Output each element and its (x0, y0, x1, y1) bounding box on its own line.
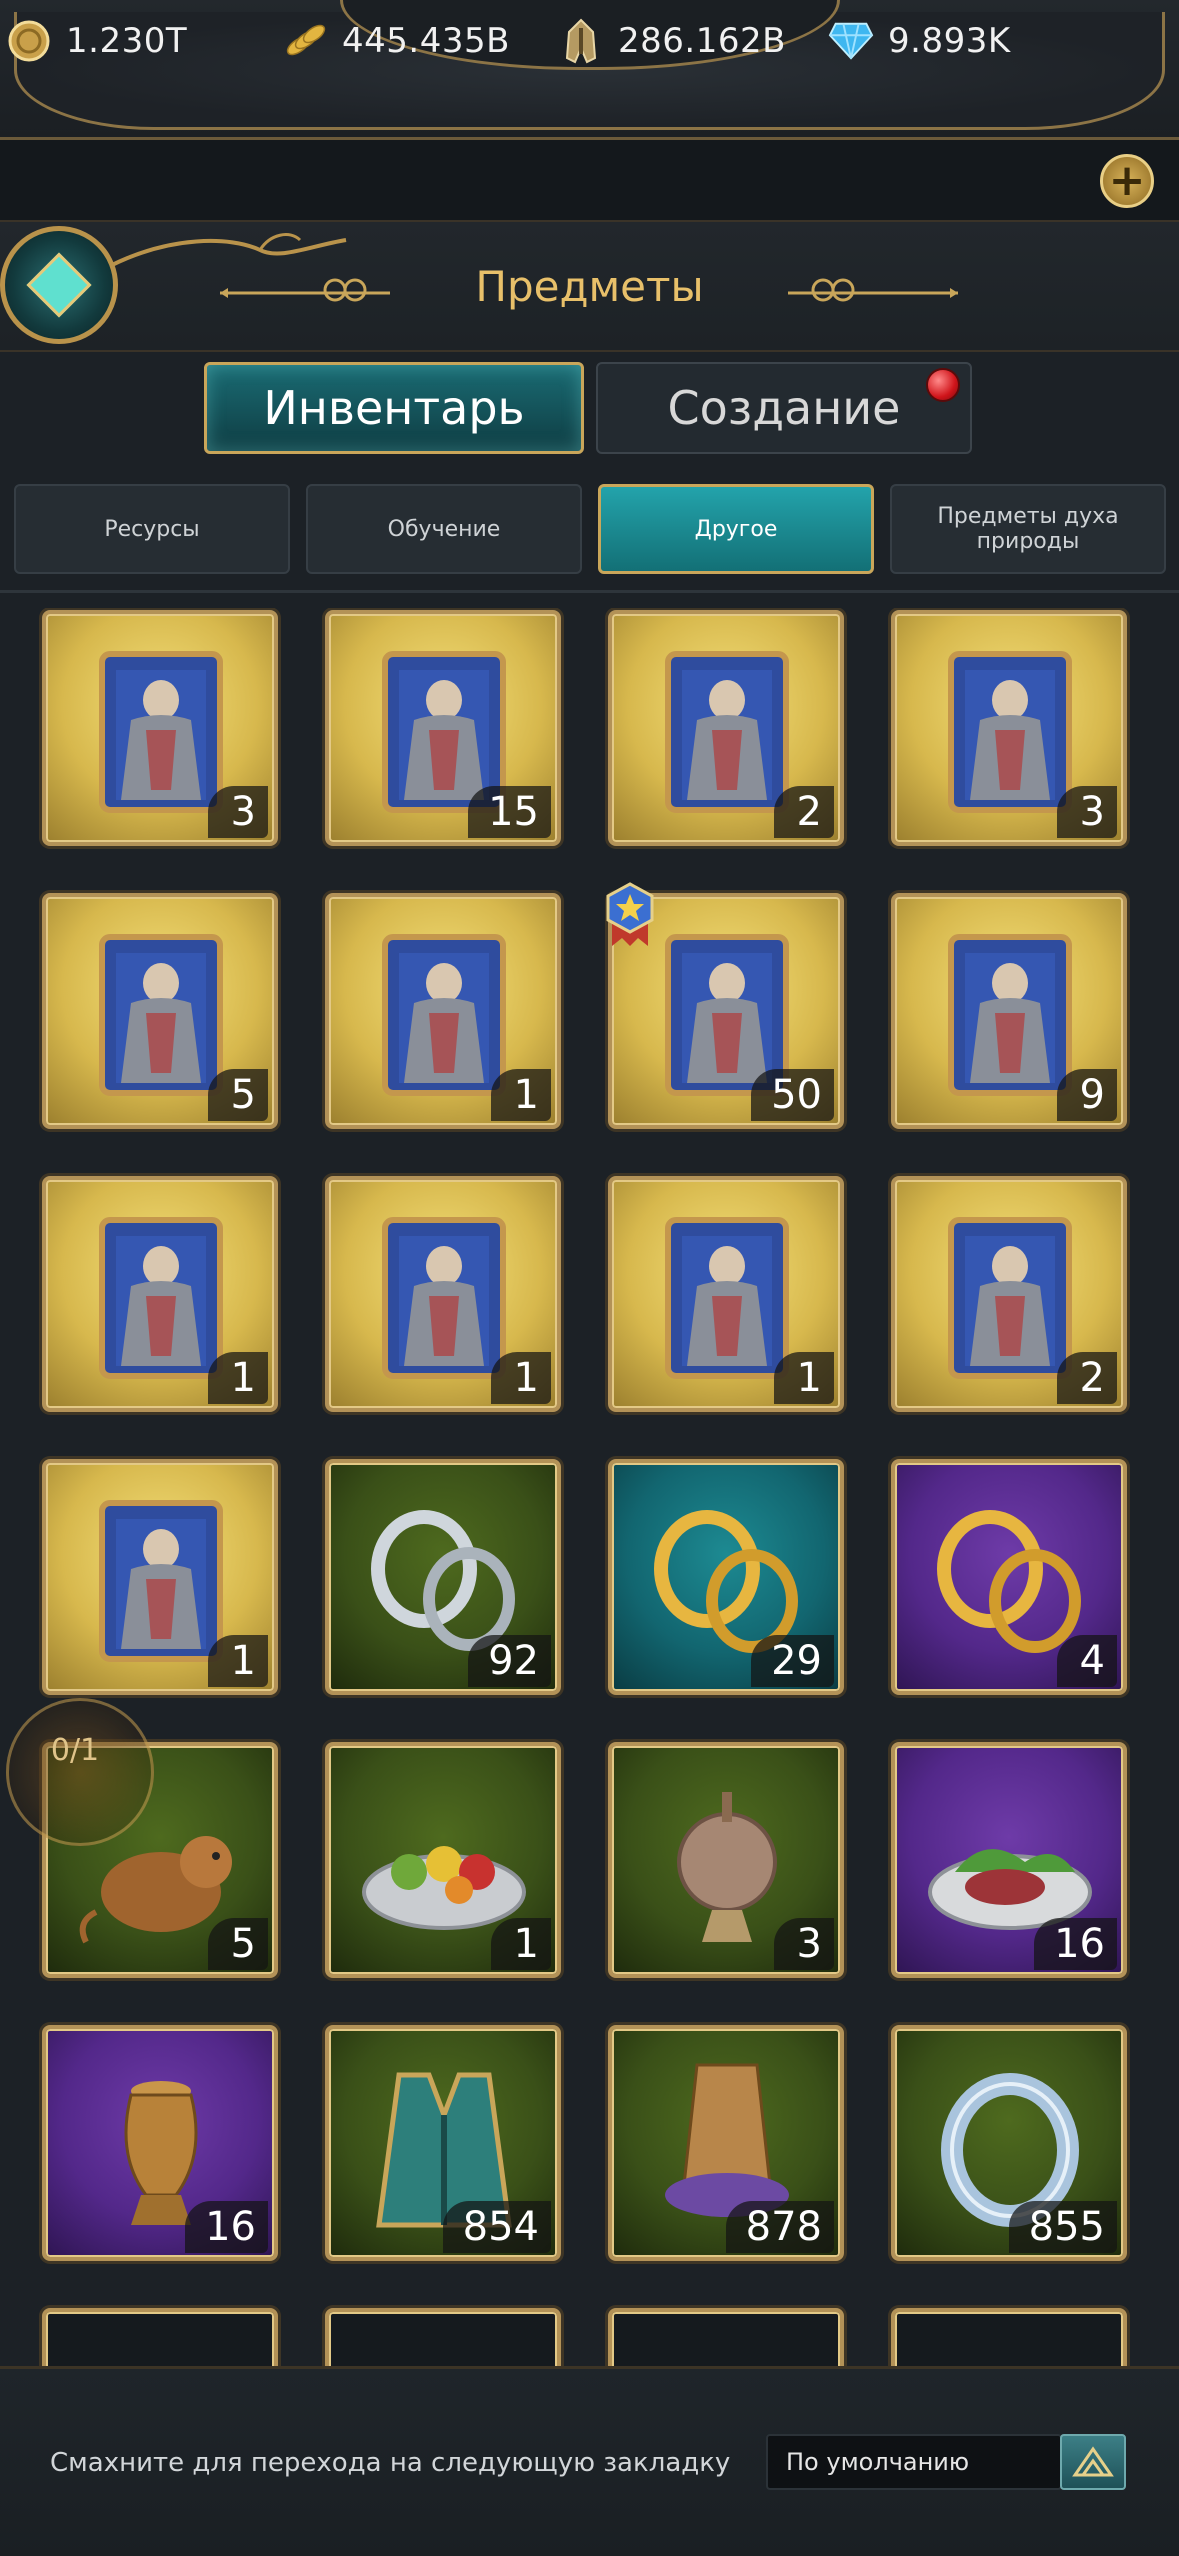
inventory-item[interactable]: 16 (891, 1742, 1127, 1978)
item-count: 878 (725, 2201, 834, 2253)
inventory-item[interactable]: 1 (325, 1176, 561, 1412)
inventory-item[interactable]: 1 (608, 1176, 844, 1412)
item-count: 1 (491, 1069, 551, 1121)
inventory-item[interactable]: 878 (608, 2025, 844, 2261)
item-count: 2 (774, 786, 834, 838)
plus-icon: + (1108, 155, 1146, 206)
item-count: 3 (774, 1918, 834, 1970)
inventory-item[interactable]: 3 (608, 1742, 844, 1978)
subtab-nature-spirit-items[interactable]: Предметы духа природы (890, 484, 1166, 574)
title-ornament-right-icon (788, 278, 958, 302)
diamond-icon (828, 18, 874, 64)
inventory-item[interactable]: 16 (42, 2025, 278, 2261)
floating-counter-text: 0/1 (50, 1732, 100, 1768)
swipe-hint: Смахните для перехода на следующую закла… (50, 2448, 731, 2478)
item-count: 4 (1057, 1635, 1117, 1687)
item-count: 29 (751, 1635, 834, 1687)
page-title: Предметы (475, 262, 704, 311)
wheat-icon (282, 18, 328, 64)
subtab-other[interactable]: Другое (598, 484, 874, 574)
inventory-item[interactable] (325, 2308, 561, 2368)
inventory-item[interactable] (608, 2308, 844, 2368)
inventory-item[interactable]: 854 (325, 2025, 561, 2261)
item-grid: 3 15 2 3 5 1 50 9 1 1 1 2 1 92 29 4 5 1 3 16 16 854 878 855 (0, 608, 1179, 2368)
notification-dot-icon (926, 368, 960, 402)
helmet-icon (558, 18, 604, 64)
inventory-item[interactable]: 5 (42, 893, 278, 1129)
subtab-training[interactable]: Обучение (306, 484, 582, 574)
add-resources-button[interactable]: + (1100, 154, 1154, 208)
item-count: 3 (1057, 786, 1117, 838)
item-count: 855 (1008, 2201, 1117, 2253)
coin-icon (6, 18, 52, 64)
item-count: 16 (1034, 1918, 1117, 1970)
item-count: 1 (208, 1635, 268, 1687)
inventory-item[interactable]: 2 (891, 1176, 1127, 1412)
inventory-item[interactable] (42, 2308, 278, 2368)
inventory-item[interactable]: 29 (608, 1459, 844, 1695)
inventory-item[interactable]: 3 (891, 610, 1127, 846)
resource-food[interactable]: 445.435B (282, 18, 510, 64)
inventory-item[interactable]: 92 (325, 1459, 561, 1695)
divider (0, 590, 1179, 593)
item-count: 5 (208, 1069, 268, 1121)
item-count: 9 (1057, 1069, 1117, 1121)
item-count: 1 (208, 1352, 268, 1404)
inventory-item[interactable]: 2 (608, 610, 844, 846)
inventory-item[interactable]: 1 (42, 1459, 278, 1695)
item-count: 1 (774, 1352, 834, 1404)
sort-dropdown[interactable]: По умолчанию (766, 2434, 1062, 2490)
star-badge-icon (606, 882, 654, 946)
resource-diamonds[interactable]: 9.893K (828, 18, 1011, 64)
item-count: 15 (468, 786, 551, 838)
item-count: 92 (468, 1635, 551, 1687)
item-count: 3 (208, 786, 268, 838)
inventory-item[interactable] (891, 2308, 1127, 2368)
inventory-item[interactable]: 1 (325, 893, 561, 1129)
resource-value: 445.435B (342, 21, 510, 61)
resource-value: 9.893K (888, 21, 1011, 61)
tab-crafting[interactable]: Создание (596, 362, 972, 454)
item-count: 854 (442, 2201, 551, 2253)
item-count: 1 (491, 1352, 551, 1404)
inventory-item[interactable]: 1 (325, 1742, 561, 1978)
item-count: 50 (751, 1069, 834, 1121)
item-count: 5 (208, 1918, 268, 1970)
resource-coin[interactable]: 1.230T (6, 18, 187, 64)
inventory-item[interactable]: 3 (42, 610, 278, 846)
subtab-resources[interactable]: Ресурсы (14, 484, 290, 574)
inventory-item[interactable]: 15 (325, 610, 561, 846)
inventory-item[interactable]: 855 (891, 2025, 1127, 2261)
floating-task-counter[interactable]: 0/1 (6, 1698, 154, 1846)
resource-troops[interactable]: 286.162B (558, 18, 786, 64)
resource-value: 286.162B (618, 21, 786, 61)
inventory-item[interactable]: 1 (42, 1176, 278, 1412)
item-count: 2 (1057, 1352, 1117, 1404)
resource-value: 1.230T (66, 21, 188, 61)
sort-button[interactable] (1060, 2434, 1126, 2490)
item-count: 16 (185, 2201, 268, 2253)
inventory-item[interactable]: 4 (891, 1459, 1127, 1695)
tab-inventory[interactable]: Инвентарь (204, 362, 584, 454)
resource-bar (0, 140, 1179, 222)
sort-icon (1072, 2446, 1114, 2477)
item-count: 1 (491, 1918, 551, 1970)
inventory-item[interactable]: 9 (891, 893, 1127, 1129)
